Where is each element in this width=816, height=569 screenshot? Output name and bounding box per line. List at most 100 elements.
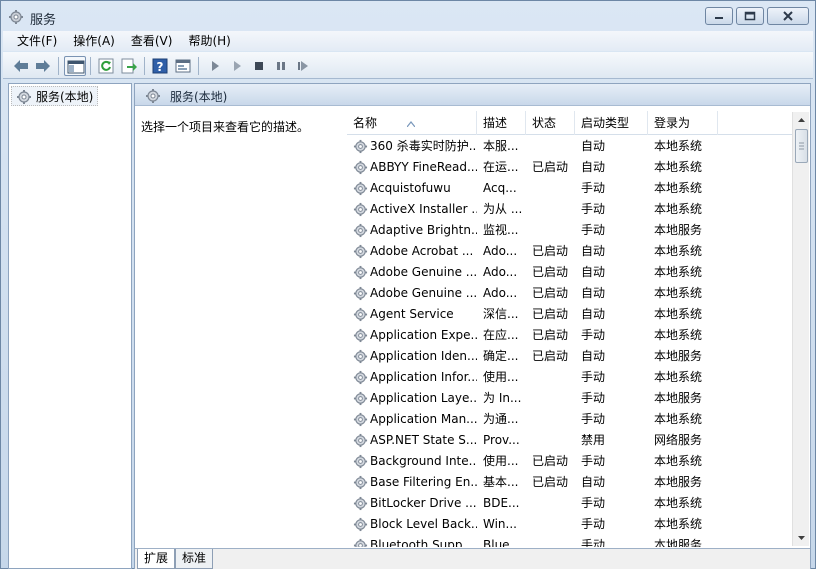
service-startup-type-cell: 手动 bbox=[581, 454, 606, 468]
service-log-on-as-cell: 本地系统 bbox=[654, 265, 703, 279]
tab-standard[interactable]: 标准 bbox=[175, 549, 214, 569]
pause-service-icon[interactable] bbox=[271, 56, 291, 76]
back-arrow-icon[interactable] bbox=[11, 56, 31, 76]
service-name-cell: Adobe Genuine ... bbox=[353, 283, 477, 304]
table-row[interactable]: Application Man... 为通... 手动 本地系统 bbox=[347, 409, 797, 430]
svg-text:?: ? bbox=[157, 60, 164, 74]
view-tabs: 扩展 标准 bbox=[135, 548, 810, 569]
service-startup-type-cell: 自动 bbox=[581, 349, 606, 363]
table-row[interactable]: Application Infor... 使用... 手动 本地系统 bbox=[347, 367, 797, 388]
table-row[interactable]: BitLocker Drive ... BDE... 手动 本地系统 bbox=[347, 493, 797, 514]
help-icon[interactable]: ? bbox=[150, 56, 170, 76]
service-startup-type-cell: 手动 bbox=[581, 202, 606, 216]
service-name-cell: 360 杀毒实时防护... bbox=[353, 136, 477, 157]
services-window: 服务 文件(F) 操作(A) 查看(V) 帮助(H) ? 服务(本地) 服务(本… bbox=[0, 0, 816, 569]
table-row[interactable]: Agent Service 深信... 已启动 自动 本地系统 bbox=[347, 304, 797, 325]
service-name-cell: Adobe Acrobat ... bbox=[353, 241, 477, 262]
service-log-on-as-cell: 本地服务 bbox=[654, 349, 703, 363]
services-gear-icon bbox=[145, 88, 161, 107]
table-row[interactable]: Application Laye... 为 In... 手动 本地服务 bbox=[347, 388, 797, 409]
menu-help[interactable]: 帮助(H) bbox=[180, 32, 238, 50]
scrollbar-thumb[interactable] bbox=[795, 129, 808, 163]
service-description-cell: Blue... bbox=[483, 538, 521, 547]
service-log-on-as-cell: 本地服务 bbox=[654, 475, 703, 489]
service-log-on-as-cell: 本地服务 bbox=[654, 391, 703, 405]
table-row[interactable]: Acquistofuwu Acq... 手动 本地系统 bbox=[347, 178, 797, 199]
service-name-cell: Application Infor... bbox=[353, 367, 477, 388]
table-row[interactable]: 360 杀毒实时防护... 本服... 自动 本地系统 bbox=[347, 136, 797, 157]
service-startup-type-cell: 手动 bbox=[581, 412, 606, 426]
forward-arrow-icon[interactable] bbox=[33, 56, 53, 76]
service-description-cell: Ado... bbox=[483, 286, 518, 300]
table-row[interactable]: Application Expe... 在应... 已启动 手动 本地系统 bbox=[347, 325, 797, 346]
table-row[interactable]: Adobe Acrobat ... Ado... 已启动 自动 本地系统 bbox=[347, 241, 797, 262]
table-row[interactable]: ActiveX Installer ... 为从 ... 手动 本地系统 bbox=[347, 199, 797, 220]
vertical-scrollbar[interactable] bbox=[792, 112, 809, 546]
table-row[interactable]: ASP.NET State S... Prov... 禁用 网络服务 bbox=[347, 430, 797, 451]
tree-item-services-local[interactable]: 服务(本地) bbox=[11, 86, 99, 106]
table-row[interactable]: Adobe Genuine ... Ado... 已启动 自动 本地系统 bbox=[347, 262, 797, 283]
services-list: 名称 描述 状态 启动类型 登录为 360 杀毒实时防护... 本服... 自动 本地… bbox=[347, 107, 810, 547]
service-description-cell: 在运... bbox=[483, 160, 519, 174]
column-header-description[interactable]: 描述 bbox=[477, 111, 526, 135]
service-status-cell bbox=[532, 367, 576, 388]
service-name-cell: Adobe Genuine ... bbox=[353, 262, 477, 283]
service-name-cell: BitLocker Drive ... bbox=[353, 493, 477, 514]
service-status-cell bbox=[532, 388, 576, 409]
table-row[interactable]: Base Filtering En... 基本... 已启动 自动 本地服务 bbox=[347, 472, 797, 493]
service-description-cell: 深信... bbox=[483, 307, 519, 321]
sort-ascending-icon bbox=[406, 111, 416, 135]
service-description-cell: 监视... bbox=[483, 223, 519, 237]
service-description-cell: 使用... bbox=[483, 370, 519, 384]
column-header-status[interactable]: 状态 bbox=[526, 111, 575, 135]
table-row[interactable]: Adaptive Brightn... 监视... 手动 本地服务 bbox=[347, 220, 797, 241]
service-log-on-as-cell: 本地系统 bbox=[654, 328, 703, 342]
export-list-icon[interactable] bbox=[119, 56, 139, 76]
service-name-cell: Adaptive Brightn... bbox=[353, 220, 477, 241]
service-name-cell: Application Laye... bbox=[353, 388, 477, 409]
service-status-cell bbox=[532, 514, 576, 535]
properties-pane-icon[interactable] bbox=[173, 56, 193, 76]
tab-extended[interactable]: 扩展 bbox=[137, 549, 176, 569]
service-startup-type-cell: 手动 bbox=[581, 328, 606, 342]
scroll-down-arrow-icon[interactable] bbox=[793, 530, 810, 546]
column-header-name[interactable]: 名称 bbox=[347, 111, 477, 135]
show-hide-console-tree-icon[interactable] bbox=[64, 56, 86, 76]
menu-view[interactable]: 查看(V) bbox=[123, 32, 181, 50]
title-bar[interactable]: 服务 bbox=[1, 1, 815, 31]
restart-service-icon[interactable] bbox=[293, 56, 313, 76]
maximize-button[interactable] bbox=[736, 7, 764, 25]
service-description-cell: BDE... bbox=[483, 496, 520, 510]
service-startup-type-cell: 禁用 bbox=[581, 433, 606, 447]
column-header-log-on-as[interactable]: 登录为 bbox=[648, 111, 718, 135]
table-row[interactable]: Block Level Back... Win... 手动 本地系统 bbox=[347, 514, 797, 535]
table-row[interactable]: Adobe Genuine ... Ado... 已启动 自动 本地系统 bbox=[347, 283, 797, 304]
menu-action[interactable]: 操作(A) bbox=[65, 32, 123, 50]
start-service-icon[interactable] bbox=[205, 56, 225, 76]
service-name-cell: Agent Service bbox=[353, 304, 477, 325]
minimize-button[interactable] bbox=[705, 7, 733, 25]
table-row[interactable]: ABBYY FineRead... 在运... 已启动 自动 本地系统 bbox=[347, 157, 797, 178]
service-status-cell bbox=[532, 493, 576, 514]
table-row[interactable]: Bluetooth Supp... Blue... 手动 本地服务 bbox=[347, 535, 797, 547]
stop-service-icon[interactable] bbox=[249, 56, 269, 76]
service-description-cell: Win... bbox=[483, 517, 517, 531]
service-description-cell: 基本... bbox=[483, 475, 519, 489]
service-name-cell: ActiveX Installer ... bbox=[353, 199, 477, 220]
table-row[interactable]: Application Iden... 确定... 已启动 自动 本地服务 bbox=[347, 346, 797, 367]
close-button[interactable] bbox=[767, 7, 809, 25]
scroll-up-arrow-icon[interactable] bbox=[793, 112, 810, 128]
service-log-on-as-cell: 本地系统 bbox=[654, 412, 703, 426]
service-description-cell: 在应... bbox=[483, 328, 519, 342]
table-row[interactable]: Background Inte... 使用... 已启动 手动 本地系统 bbox=[347, 451, 797, 472]
service-startup-type-cell: 手动 bbox=[581, 181, 606, 195]
service-description-cell: 为 In... bbox=[483, 391, 522, 405]
service-status-cell bbox=[532, 136, 576, 157]
service-name-cell: Block Level Back... bbox=[353, 514, 477, 535]
service-status-cell: 已启动 bbox=[532, 265, 569, 279]
start-service-alt-icon[interactable] bbox=[227, 56, 247, 76]
refresh-icon[interactable] bbox=[96, 56, 116, 76]
column-header-startup-type[interactable]: 启动类型 bbox=[575, 111, 648, 135]
service-status-cell bbox=[532, 409, 576, 430]
menu-file[interactable]: 文件(F) bbox=[3, 32, 65, 50]
